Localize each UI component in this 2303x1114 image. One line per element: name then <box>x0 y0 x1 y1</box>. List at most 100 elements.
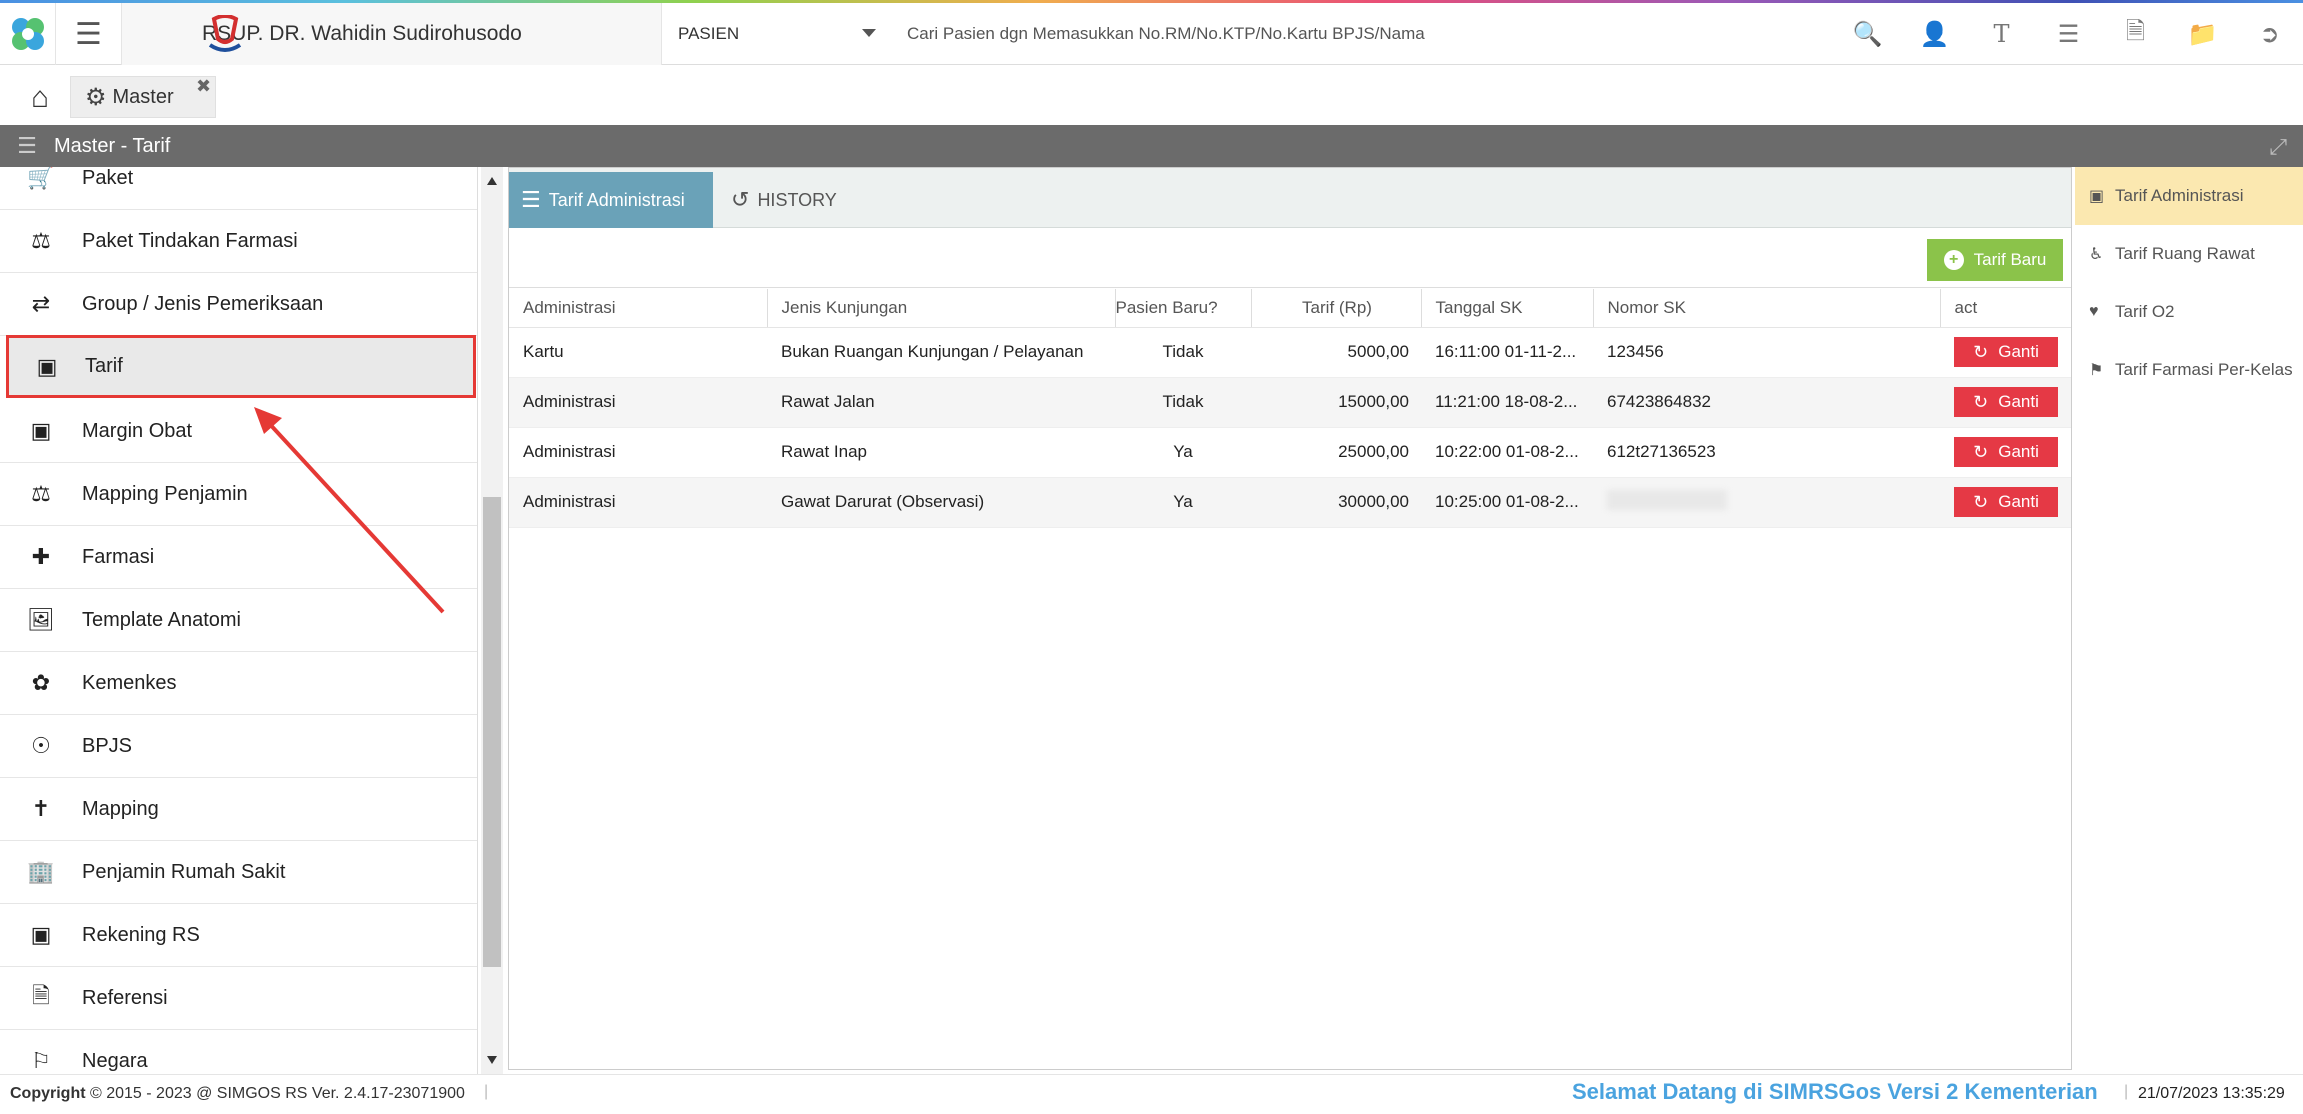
sidebar-item-label: Margin Obat <box>82 419 193 442</box>
tab-master[interactable]: ⚙ Master <box>70 76 216 118</box>
column-header[interactable]: act <box>1940 289 2071 328</box>
panel-title-bar: ☰ Master - Tarif ⤢ <box>0 125 2303 167</box>
sidebar-item-mapping-penjamin[interactable]: ⚖ Mapping Penjamin <box>0 463 477 526</box>
cell-administrasi: Administrasi <box>509 477 767 528</box>
cell-jenis-kunjungan: Rawat Jalan <box>767 377 1115 428</box>
search-icon[interactable]: 🔍 <box>1834 3 1901 65</box>
column-header[interactable]: Jenis Kunjungan <box>767 289 1116 328</box>
table-row[interactable]: Administrasi Rawat Jalan Tidak 15000,00 … <box>509 377 2071 428</box>
image-file-icon: 🖼 <box>27 607 55 632</box>
sidebar-item-rekening-rs[interactable]: ▣ Rekening RS <box>0 904 477 967</box>
wheelchair-icon: ♿ <box>2089 246 2104 263</box>
footer-divider: | <box>2124 1083 2129 1100</box>
tarif-baru-button[interactable]: + Tarif Baru <box>1927 239 2063 281</box>
cell-tarif: 5000,00 <box>1251 327 1421 378</box>
refresh-icon: ↻ <box>1973 391 1989 412</box>
tab-tarif-administrasi[interactable]: ☰ Tarif Administrasi <box>509 172 713 228</box>
ganti-button[interactable]: ↻ Ganti <box>1954 437 2058 467</box>
table-row[interactable]: Administrasi Gawat Darurat (Observasi) Y… <box>509 477 2071 528</box>
logout-icon[interactable]: ➲ <box>2236 3 2303 65</box>
money-icon: ▣ <box>36 353 58 379</box>
footer-divider: | <box>484 1083 489 1100</box>
flask-icon: ⚖ <box>31 228 51 253</box>
ganti-button[interactable]: ↻ Ganti <box>1954 487 2058 517</box>
grid-toolbar: + Tarif Baru <box>509 229 2071 288</box>
scrollbar-thumb[interactable] <box>483 497 501 967</box>
sidebar-item-paket[interactable]: 🛒 Paket <box>0 167 477 210</box>
right-nav-label: Tarif Farmasi Per-Kelas <box>2115 360 2293 379</box>
sidebar-item-bpjs[interactable]: ☉ BPJS <box>0 715 477 778</box>
table-header-row: Administrasi Jenis Kunjungan Pasien Baru… <box>509 289 2071 328</box>
sidebar-item-negara[interactable]: ⚐ Negara <box>0 1030 477 1074</box>
hospital-header: RSUP. DR. Wahidin Sudirohusodo <box>122 3 662 65</box>
cell-nomor-sk: 67423864832 <box>1593 377 1940 428</box>
expand-icon[interactable]: ⤢ <box>2269 134 2287 160</box>
sidebar-item-paket-tindakan-farmasi[interactable]: ⚖ Paket Tindakan Farmasi <box>0 210 477 273</box>
money-icon: ▣ <box>30 922 52 947</box>
history-icon: ↺ <box>731 187 750 212</box>
list-icon: ☰ <box>521 187 541 212</box>
right-nav-tarif-administrasi[interactable]: ▣ Tarif Administrasi <box>2075 167 2303 225</box>
copyright-icon: © <box>90 1085 107 1102</box>
sidebar-item-kemenkes[interactable]: ✿ Kemenkes <box>0 652 477 715</box>
sidebar-item-group-jenis-pemeriksaan[interactable]: ⇄ Group / Jenis Pemeriksaan <box>0 273 477 336</box>
list-icon[interactable]: ☰ <box>2035 3 2102 65</box>
cell-pasien-baru: Ya <box>1115 477 1251 528</box>
window-tab-bar: ⌂ ⚙ Master ✖ <box>0 66 2303 125</box>
cell-pasien-baru: Tidak <box>1115 327 1251 378</box>
top-header: ☰ RSUP. DR. Wahidin Sudirohusodo PASIEN … <box>0 3 2303 65</box>
panel-title: Master - Tarif <box>54 134 171 157</box>
home-icon[interactable]: ⌂ <box>14 78 66 118</box>
close-icon[interactable]: ✖ <box>196 76 211 97</box>
sidebar-item-label: Farmasi <box>82 545 155 568</box>
hamburger-icon[interactable]: ☰ <box>0 133 54 159</box>
redacted-value <box>1607 489 1727 510</box>
sidebar-item-farmasi[interactable]: ✚ Farmasi <box>0 526 477 589</box>
scroll-up-icon[interactable] <box>487 177 497 185</box>
column-header[interactable]: Administrasi <box>509 289 768 328</box>
heart-icon: ♥ <box>2089 303 2099 320</box>
cell-tanggal-sk: 11:21:00 18-08-2... <box>1421 377 1593 428</box>
sidebar-item-label: Kemenkes <box>82 671 177 694</box>
folder-icon[interactable]: 📁 <box>2169 3 2236 65</box>
sidebar-item-penjamin-rumah-sakit[interactable]: 🏢 Penjamin Rumah Sakit <box>0 841 477 904</box>
caret-down-icon[interactable] <box>862 29 876 37</box>
cell-pasien-baru: Tidak <box>1115 377 1251 428</box>
sidebar-item-referensi[interactable]: 🗎 Referensi <box>0 967 477 1030</box>
column-header[interactable]: Tanggal SK <box>1421 289 1594 328</box>
document-icon: 🗎 <box>32 983 50 1008</box>
ganti-label: Ganti <box>1998 392 2039 411</box>
right-nav-tarif-ruang-rawat[interactable]: ♿ Tarif Ruang Rawat <box>2075 225 2303 283</box>
right-nav-tarif-o2[interactable]: ♥ Tarif O2 <box>2075 283 2303 341</box>
column-header[interactable]: Pasien Baru? <box>1115 289 1252 328</box>
hamburger-menu-icon[interactable]: ☰ <box>56 3 122 65</box>
table-row[interactable]: Administrasi Rawat Inap Ya 25000,00 10:2… <box>509 427 2071 478</box>
sidebar-item-template-anatomi[interactable]: 🖼 Template Anatomi <box>0 589 477 652</box>
sidebar-item-label: Penjamin Rumah Sakit <box>82 860 286 883</box>
tab-history[interactable]: ↺ HISTORY <box>719 172 849 228</box>
column-header[interactable]: Tarif (Rp) <box>1251 289 1422 328</box>
sidebar-item-mapping[interactable]: ✝ Mapping <box>0 778 477 841</box>
right-nav-tarif-farmasi-per-kelas[interactable]: ⚑ Tarif Farmasi Per-Kelas <box>2075 341 2303 399</box>
sidebar-item-tarif[interactable]: ▣ Tarif <box>6 335 476 398</box>
sidebar: 🛒 Paket ⚖ Paket Tindakan Farmasi ⇄ Group… <box>0 167 478 1074</box>
sidebar-item-label: Group / Jenis Pemeriksaan <box>82 292 324 315</box>
refresh-icon: ↻ <box>1973 341 1989 362</box>
copyright: Copyright © 2015 - 2023 @ SIMGOS RS Ver.… <box>10 1085 465 1103</box>
cell-tarif: 25000,00 <box>1251 427 1421 478</box>
cell-action: ↻ Ganti <box>1940 327 2071 378</box>
patient-search-input[interactable]: Cari Pasien dgn Memasukkan No.RM/No.KTP/… <box>907 3 1425 65</box>
column-header[interactable]: Nomor SK <box>1593 289 1941 328</box>
add-user-icon[interactable]: 👤 <box>1901 3 1968 65</box>
ganti-button[interactable]: ↻ Ganti <box>1954 387 2058 417</box>
patient-type-select[interactable]: PASIEN <box>662 3 882 65</box>
text-icon[interactable]: T <box>1968 3 2035 65</box>
scroll-down-icon[interactable] <box>487 1056 497 1064</box>
app-logo[interactable] <box>0 3 56 65</box>
pdf-icon[interactable]: 🗎 <box>2102 3 2169 65</box>
ganti-button[interactable]: ↻ Ganti <box>1954 337 2058 367</box>
sidebar-scrollbar[interactable] <box>481 167 503 1074</box>
sidebar-item-label: Mapping <box>82 797 159 820</box>
sidebar-item-margin-obat[interactable]: ▣ Margin Obat <box>0 400 477 463</box>
table-row[interactable]: Kartu Bukan Ruangan Kunjungan / Pelayana… <box>509 327 2071 378</box>
